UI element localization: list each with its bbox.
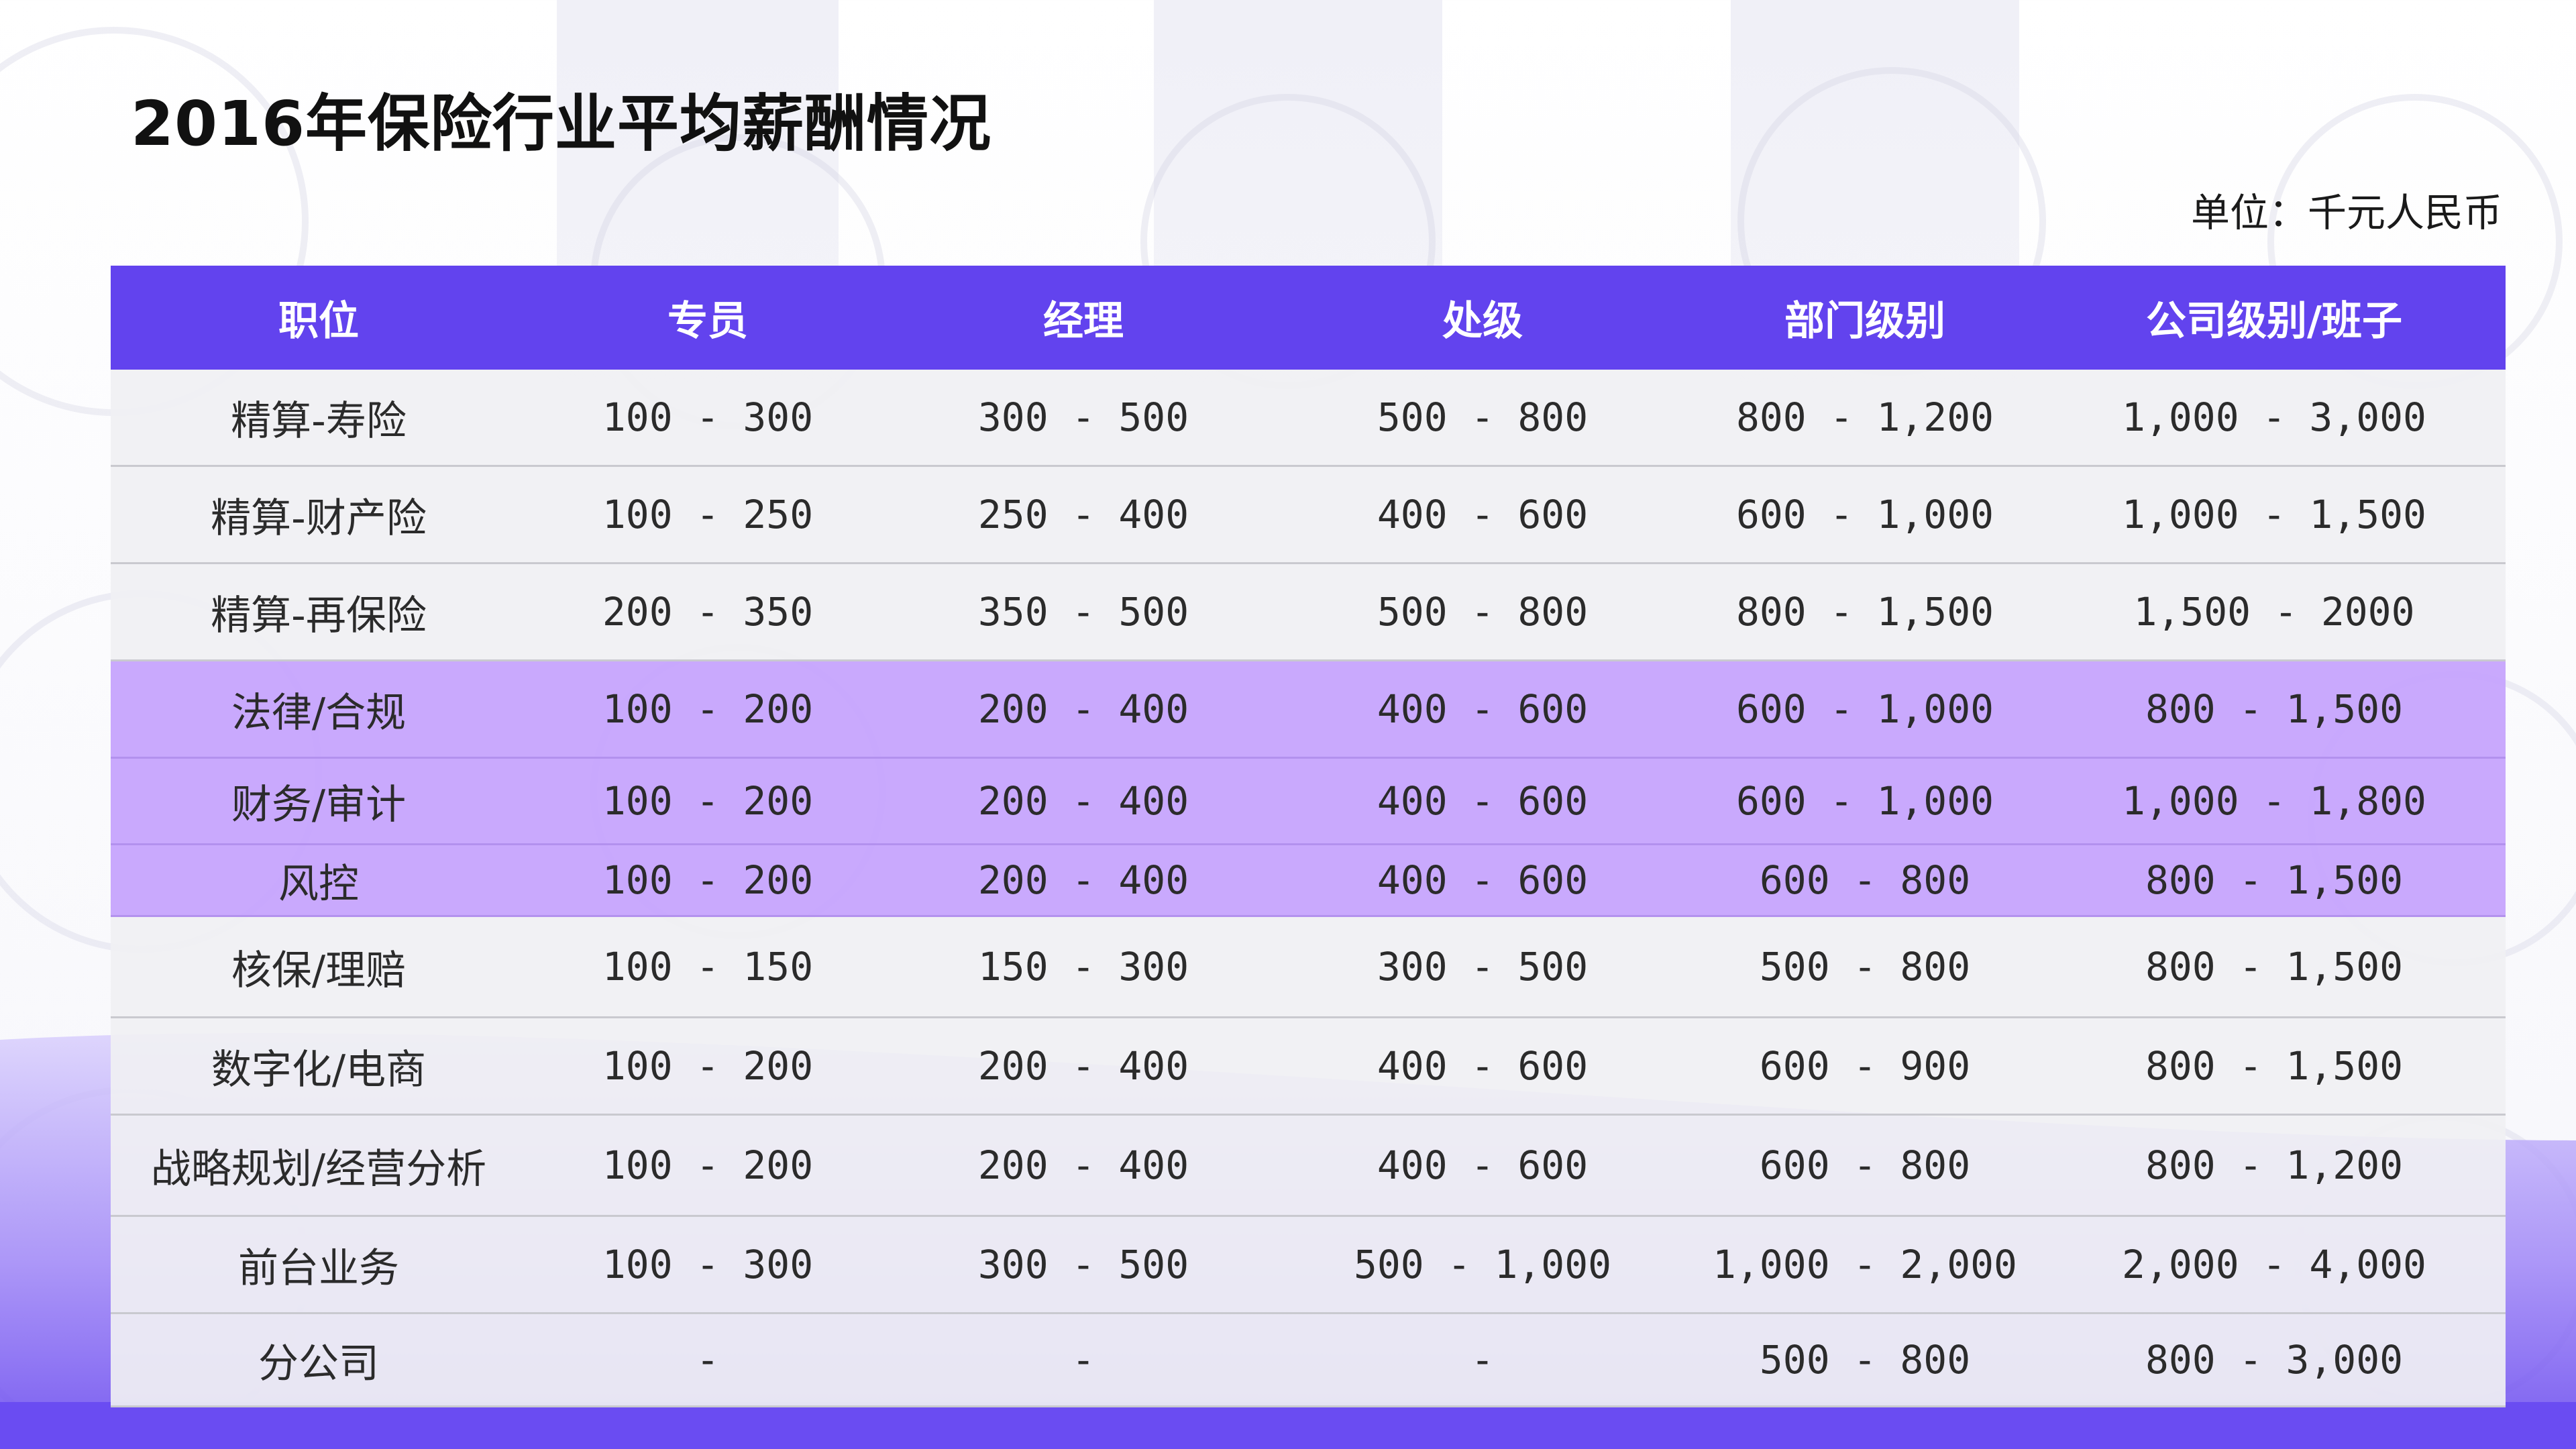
salary-cell: 500 - 800	[1278, 370, 1687, 467]
salary-cell: 200 - 400	[889, 1017, 1278, 1116]
salary-cell: 800 - 1,200	[1687, 370, 2043, 467]
salary-cell: 1,000 - 1,800	[2043, 757, 2506, 845]
salary-cell: 400 - 600	[1278, 660, 1687, 759]
header-department-level: 部门级别	[1687, 266, 2043, 370]
salary-cell: 600 - 1,000	[1687, 466, 2043, 564]
salary-cell: 200 - 400	[889, 844, 1278, 917]
salary-cell: 500 - 1,000	[1278, 1216, 1687, 1314]
table-row: 精算-再保险 200 - 350 350 - 500 500 - 800 800…	[111, 563, 2506, 661]
salary-cell: 800 - 1,500	[1687, 563, 2043, 661]
salary-cell: 100 - 300	[527, 370, 889, 467]
salary-cell: 800 - 1,500	[2043, 916, 2506, 1018]
header-company-level: 公司级别/班子	[2043, 266, 2506, 370]
salary-cell: 400 - 600	[1278, 1017, 1687, 1116]
salary-cell: 200 - 350	[527, 563, 889, 661]
salary-cell: 100 - 200	[527, 1114, 889, 1217]
salary-cell: 600 - 800	[1687, 1114, 2043, 1217]
salary-cell: 400 - 600	[1278, 1114, 1687, 1217]
salary-cell: 500 - 800	[1278, 563, 1687, 661]
salary-cell: 500 - 800	[1687, 1313, 2043, 1407]
salary-cell: 800 - 1,500	[2043, 844, 2506, 917]
header-specialist: 专员	[527, 266, 889, 370]
header-division-level: 处级	[1278, 266, 1687, 370]
table-row-highlighted: 财务/审计 100 - 200 200 - 400 400 - 600 600 …	[111, 757, 2506, 845]
salary-cell: 400 - 600	[1278, 757, 1687, 845]
position-cell: 精算-财产险	[111, 466, 527, 564]
table-row: 精算-财产险 100 - 250 250 - 400 400 - 600 600…	[111, 466, 2506, 564]
salary-cell: 200 - 400	[889, 1114, 1278, 1217]
position-cell: 前台业务	[111, 1216, 527, 1314]
salary-cell: 100 - 300	[527, 1216, 889, 1314]
salary-cell: 100 - 200	[527, 844, 889, 917]
position-cell: 风控	[111, 844, 527, 917]
salary-cell: 800 - 1,500	[2043, 660, 2506, 759]
position-cell: 战略规划/经营分析	[111, 1114, 527, 1217]
salary-cell: 1,500 - 2000	[2043, 563, 2506, 661]
table-row-highlighted: 风控 100 - 200 200 - 400 400 - 600 600 - 8…	[111, 844, 2506, 917]
salary-cell: 100 - 200	[527, 1017, 889, 1116]
position-cell: 数字化/电商	[111, 1017, 527, 1116]
salary-cell: 100 - 200	[527, 757, 889, 845]
salary-cell: 200 - 400	[889, 660, 1278, 759]
salary-cell: 350 - 500	[889, 563, 1278, 661]
position-cell: 精算-寿险	[111, 370, 527, 467]
table-header-row: 职位 专员 经理 处级 部门级别 公司级别/班子	[111, 266, 2506, 370]
salary-cell: 600 - 900	[1687, 1017, 2043, 1116]
header-position: 职位	[111, 266, 527, 370]
salary-table: 职位 专员 经理 处级 部门级别 公司级别/班子 精算-寿险 100 - 300…	[111, 266, 2506, 1407]
salary-cell: 800 - 3,000	[2043, 1313, 2506, 1407]
table-row: 战略规划/经营分析 100 - 200 200 - 400 400 - 600 …	[111, 1114, 2506, 1217]
salary-cell: 500 - 800	[1687, 916, 2043, 1018]
salary-cell: 200 - 400	[889, 757, 1278, 845]
salary-cell: 600 - 1,000	[1687, 660, 2043, 759]
position-cell: 法律/合规	[111, 660, 527, 759]
salary-cell: 250 - 400	[889, 466, 1278, 564]
table-row: 精算-寿险 100 - 300 300 - 500 500 - 800 800 …	[111, 370, 2506, 467]
table-row: 核保/理赔 100 - 150 150 - 300 300 - 500 500 …	[111, 916, 2506, 1018]
salary-cell: 1,000 - 3,000	[2043, 370, 2506, 467]
salary-cell: 1,000 - 2,000	[1687, 1216, 2043, 1314]
salary-cell: 150 - 300	[889, 916, 1278, 1018]
salary-cell: 100 - 150	[527, 916, 889, 1018]
unit-label: 单位：千元人民币	[2190, 190, 2502, 235]
salary-cell: 600 - 1,000	[1687, 757, 2043, 845]
salary-cell: 400 - 600	[1278, 466, 1687, 564]
salary-cell: 800 - 1,500	[2043, 1017, 2506, 1116]
position-cell: 财务/审计	[111, 757, 527, 845]
position-cell: 分公司	[111, 1313, 527, 1407]
salary-cell: 400 - 600	[1278, 844, 1687, 917]
salary-cell: -	[1278, 1313, 1687, 1407]
salary-cell: 300 - 500	[889, 1216, 1278, 1314]
table-row: 分公司 - - - 500 - 800 800 - 3,000	[111, 1313, 2506, 1407]
header-manager: 经理	[889, 266, 1278, 370]
page-title: 2016年保险行业平均薪酬情况	[131, 88, 992, 160]
salary-table-container: 职位 专员 经理 处级 部门级别 公司级别/班子 精算-寿险 100 - 300…	[111, 266, 2506, 1407]
salary-cell: 300 - 500	[889, 370, 1278, 467]
salary-cell: 100 - 200	[527, 660, 889, 759]
salary-cell: -	[527, 1313, 889, 1407]
salary-cell: 800 - 1,200	[2043, 1114, 2506, 1217]
salary-cell: 1,000 - 1,500	[2043, 466, 2506, 564]
position-cell: 精算-再保险	[111, 563, 527, 661]
table-row: 数字化/电商 100 - 200 200 - 400 400 - 600 600…	[111, 1017, 2506, 1116]
salary-cell: 100 - 250	[527, 466, 889, 564]
salary-cell: -	[889, 1313, 1278, 1407]
salary-cell: 300 - 500	[1278, 916, 1687, 1018]
table-row-highlighted: 法律/合规 100 - 200 200 - 400 400 - 600 600 …	[111, 660, 2506, 759]
salary-cell: 600 - 800	[1687, 844, 2043, 917]
table-row: 前台业务 100 - 300 300 - 500 500 - 1,000 1,0…	[111, 1216, 2506, 1314]
salary-cell: 2,000 - 4,000	[2043, 1216, 2506, 1314]
position-cell: 核保/理赔	[111, 916, 527, 1018]
